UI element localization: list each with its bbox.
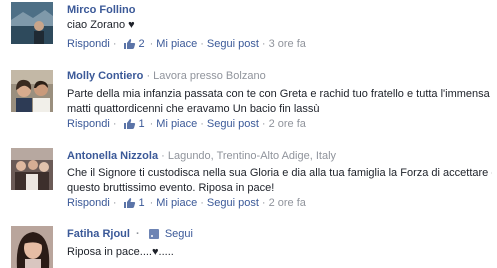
comment-text: Riposa in pace....♥.....: [67, 246, 174, 258]
comment-author[interactable]: Antonella Nizzola · Lagundo, Trentino-Al…: [67, 150, 336, 162]
like-link[interactable]: Mi piace: [156, 38, 197, 50]
separator: ·: [136, 228, 140, 240]
separator: ·: [149, 197, 154, 209]
avatar[interactable]: [11, 226, 53, 268]
thumbs-up-icon[interactable]: [123, 197, 136, 209]
comment-actions: Rispondi · 1 · Mi piace · Segui post · 2…: [67, 197, 306, 209]
comment-author[interactable]: Molly Contiero · Lavora presso Bolzano: [67, 70, 266, 82]
avatar[interactable]: [11, 2, 53, 44]
separator: ·: [112, 118, 117, 130]
comment-text: Parte della mia infanzia passata con te …: [67, 88, 492, 115]
separator: ·: [112, 197, 117, 209]
comment-actions: Rispondi · 1 · Mi piace · Segui post · 2…: [67, 118, 306, 130]
comment-author[interactable]: Mirco Follino: [67, 4, 135, 16]
reply-link[interactable]: Rispondi: [67, 38, 110, 50]
author-workplace: · Lavora presso Bolzano: [146, 70, 266, 82]
like-count[interactable]: 2: [138, 38, 144, 50]
rss-icon: [148, 229, 159, 240]
follow-post-link[interactable]: Segui post: [207, 118, 259, 130]
avatar[interactable]: [11, 70, 53, 112]
separator: ·: [261, 197, 266, 209]
like-count[interactable]: 1: [138, 118, 144, 130]
separator: ·: [200, 118, 204, 130]
reply-link[interactable]: Rispondi: [67, 197, 110, 209]
like-link[interactable]: Mi piace: [156, 197, 197, 209]
separator: ·: [261, 38, 266, 50]
timestamp[interactable]: 3 ore fa: [269, 38, 306, 50]
comment-author[interactable]: Fatiha Rjoul · Segui: [67, 228, 193, 240]
separator: ·: [149, 38, 154, 50]
separator: ·: [149, 118, 154, 130]
follow-post-link[interactable]: Segui post: [207, 38, 259, 50]
separator: ·: [261, 118, 266, 130]
timestamp[interactable]: 2 ore fa: [269, 197, 306, 209]
follow-author-link[interactable]: Segui: [165, 228, 193, 240]
timestamp[interactable]: 2 ore fa: [269, 118, 306, 130]
follow-post-link[interactable]: Segui post: [207, 197, 259, 209]
thumbs-up-icon[interactable]: [123, 38, 136, 50]
separator: ·: [200, 197, 204, 209]
comment-actions: Rispondi · 2 · Mi piace · Segui post · 3…: [67, 38, 306, 50]
comment-text: ciao Zorano ♥: [67, 19, 135, 31]
separator: ·: [112, 38, 117, 50]
reply-link[interactable]: Rispondi: [67, 118, 110, 130]
author-location: · Lagundo, Trentino-Alto Adige, Italy: [161, 150, 337, 162]
avatar[interactable]: [11, 148, 53, 190]
comment-text: Che il Signore ti custodisca nella sua G…: [67, 167, 492, 194]
separator: ·: [200, 38, 204, 50]
thumbs-up-icon[interactable]: [123, 118, 136, 130]
like-link[interactable]: Mi piace: [156, 118, 197, 130]
like-count[interactable]: 1: [138, 197, 144, 209]
